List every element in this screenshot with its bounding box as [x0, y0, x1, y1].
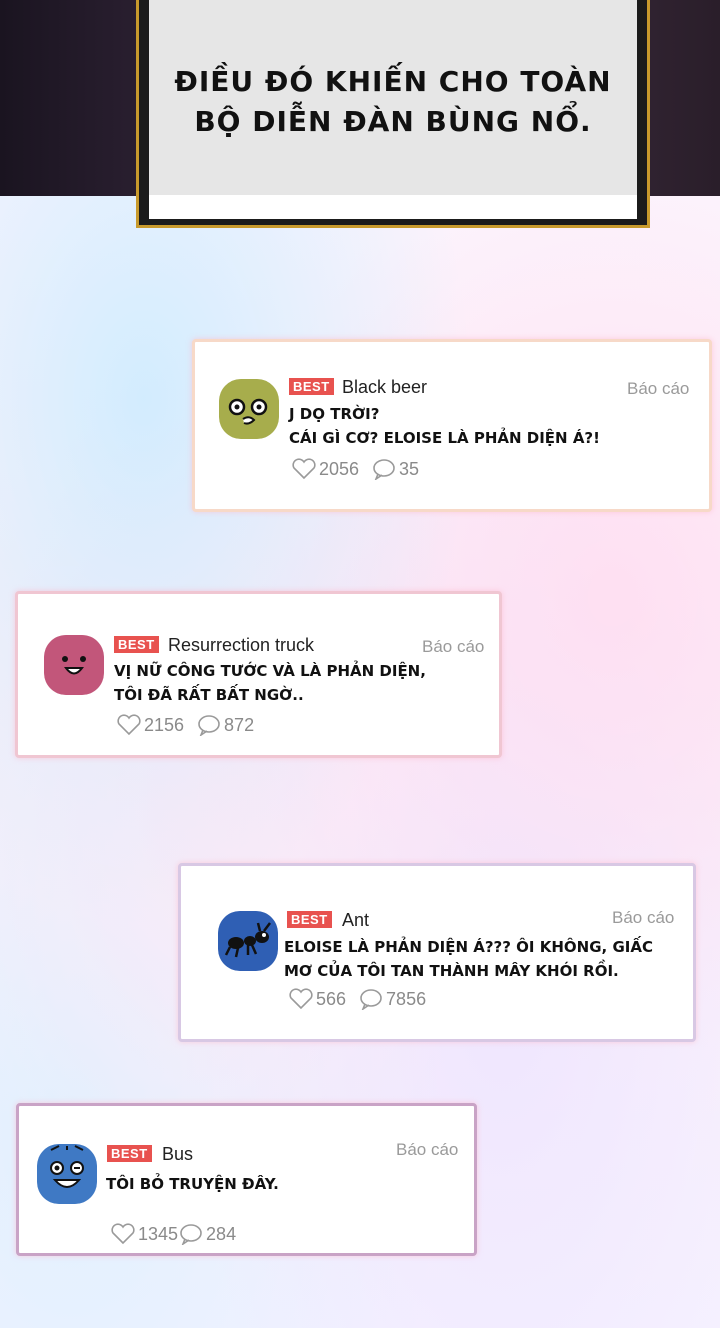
- narration-box: ĐIỀU ĐÓ KHIẾN CHO TOÀN BỘ DIỄN ĐÀN BÙNG …: [136, 0, 650, 228]
- best-badge: BEST: [107, 1145, 152, 1162]
- ant-avatar-icon: [218, 911, 278, 971]
- pink-face-avatar-icon: [44, 635, 104, 695]
- like-count: 2156: [144, 714, 185, 735]
- like-count: 1345: [138, 1223, 179, 1244]
- comment-bubble-icon[interactable]: [178, 1223, 204, 1245]
- heart-icon[interactable]: [288, 988, 314, 1010]
- heart-icon[interactable]: [116, 714, 142, 736]
- reply-count: 7856: [386, 988, 427, 1009]
- olive-face-avatar-icon: [219, 379, 279, 439]
- best-badge: BEST: [289, 378, 334, 395]
- comment-card: BEST Black beer Báo cáo J DỌ TRỜI? CÁI G…: [192, 339, 712, 512]
- username[interactable]: Ant: [342, 910, 369, 931]
- comment-text: TÔI BỎ TRUYỆN ĐÂY.: [106, 1175, 279, 1193]
- narration-bottom-strip: [149, 195, 637, 219]
- like-count: 566: [316, 988, 347, 1009]
- username[interactable]: Bus: [162, 1144, 193, 1165]
- comment-stats: 566 7856: [288, 988, 426, 1010]
- reply-count: 35: [399, 458, 420, 479]
- heart-icon[interactable]: [291, 458, 317, 480]
- narration-text: ĐIỀU ĐÓ KHIẾN CHO TOÀN BỘ DIỄN ĐÀN BÙNG …: [174, 62, 611, 142]
- username[interactable]: Resurrection truck: [168, 635, 314, 656]
- username[interactable]: Black beer: [342, 377, 427, 398]
- reply-count: 872: [224, 714, 255, 735]
- comment-text: ELOISE LÀ PHẢN DIỆN Á??? ÔI KHÔNG, GIẤC …: [284, 938, 653, 980]
- best-badge: BEST: [287, 911, 332, 928]
- comment-text: VỊ NỮ CÔNG TƯỚC VÀ LÀ PHẢN DIỆN, TÔI ĐÃ …: [114, 662, 426, 704]
- narration-line-2: BỘ DIỄN ĐÀN BÙNG NỔ.: [194, 105, 592, 138]
- report-link[interactable]: Báo cáo: [396, 1140, 458, 1160]
- report-link[interactable]: Báo cáo: [422, 637, 484, 657]
- comment-card: BEST Ant Báo cáo ELOISE LÀ PHẢN DIỆN Á??…: [178, 863, 696, 1042]
- comment-bubble-icon[interactable]: [371, 458, 397, 480]
- heart-icon[interactable]: [110, 1223, 136, 1245]
- narration-line-1: ĐIỀU ĐÓ KHIẾN CHO TOÀN: [174, 65, 612, 98]
- comment-stats: 2056 35: [291, 458, 419, 480]
- comment-bubble-icon[interactable]: [358, 988, 384, 1010]
- bus-face-avatar-icon: [37, 1144, 97, 1204]
- narration-panel: ĐIỀU ĐÓ KHIẾN CHO TOÀN BỘ DIỄN ĐÀN BÙNG …: [149, 0, 637, 195]
- comment-bubble-icon[interactable]: [196, 714, 222, 736]
- comment-card: BEST Resurrection truck Báo cáo VỊ NỮ CÔ…: [15, 591, 502, 758]
- report-link[interactable]: Báo cáo: [612, 908, 674, 928]
- best-badge: BEST: [114, 636, 159, 653]
- comment-card: BEST Bus Báo cáo TÔI BỎ TRUYỆN ĐÂY. 1345…: [16, 1103, 477, 1256]
- like-count: 2056: [319, 458, 360, 479]
- comment-text: J DỌ TRỜI? CÁI GÌ CƠ? ELOISE LÀ PHẢN DIỆ…: [289, 405, 600, 447]
- comment-stats: 1345 284: [110, 1223, 236, 1245]
- comment-stats: 2156 872: [116, 714, 254, 736]
- report-link[interactable]: Báo cáo: [627, 379, 689, 399]
- reply-count: 284: [206, 1223, 237, 1244]
